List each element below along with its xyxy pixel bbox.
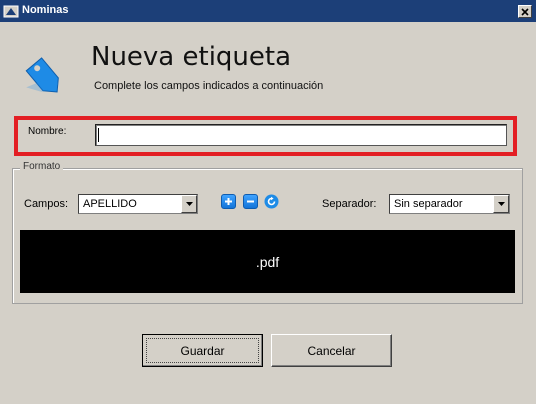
dialog-body: Nueva etiqueta Complete los campos indic… bbox=[0, 22, 536, 404]
page-title: Nueva etiqueta bbox=[91, 42, 292, 72]
refresh-icon bbox=[264, 194, 279, 209]
separador-value: Sin separador bbox=[394, 198, 463, 210]
chevron-down-icon bbox=[185, 202, 193, 206]
cancel-button-label: Cancelar bbox=[307, 343, 356, 358]
tag-icon bbox=[25, 57, 59, 93]
remove-field-button[interactable] bbox=[243, 194, 258, 209]
campos-dropdown-button[interactable] bbox=[181, 195, 197, 213]
text-caret bbox=[98, 128, 99, 142]
preview-text: .pdf bbox=[255, 253, 280, 270]
separador-label: Separador: bbox=[322, 198, 377, 210]
close-button[interactable] bbox=[518, 5, 532, 18]
save-button[interactable]: Guardar bbox=[142, 334, 263, 367]
window-title: Nominas bbox=[22, 4, 69, 16]
filename-preview: .pdf bbox=[20, 230, 515, 293]
separador-select[interactable]: Sin separador bbox=[389, 194, 510, 214]
close-icon bbox=[521, 7, 529, 16]
chevron-down-icon bbox=[497, 202, 505, 206]
reset-fields-button[interactable] bbox=[264, 194, 279, 209]
title-bar: Nominas bbox=[0, 0, 536, 22]
plus-icon bbox=[225, 198, 232, 205]
nombre-label: Nombre: bbox=[28, 126, 67, 137]
nombre-input[interactable] bbox=[95, 124, 507, 146]
campos-value: APELLIDO bbox=[83, 198, 137, 210]
separador-dropdown-button[interactable] bbox=[493, 195, 509, 213]
save-button-label: Guardar bbox=[180, 343, 225, 358]
campos-label: Campos: bbox=[24, 198, 69, 210]
formato-legend: Formato bbox=[20, 161, 64, 172]
minus-icon bbox=[247, 200, 254, 203]
cancel-button[interactable]: Cancelar bbox=[271, 334, 392, 367]
app-icon bbox=[3, 5, 19, 18]
campos-select[interactable]: APELLIDO bbox=[78, 194, 198, 214]
add-field-button[interactable] bbox=[221, 194, 236, 209]
page-subtitle: Complete los campos indicados a continua… bbox=[94, 80, 324, 92]
